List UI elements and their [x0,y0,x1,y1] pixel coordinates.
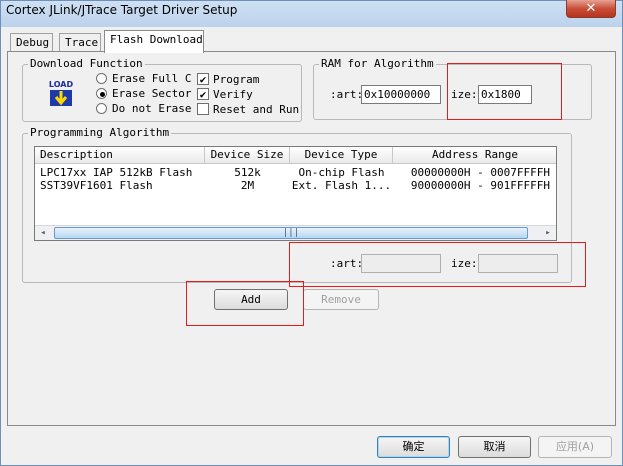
do-not-erase-radio[interactable] [96,103,107,114]
load-icon: LOAD [45,78,77,108]
list-item-address-range: 00000000H - 0007FFFFH [410,166,550,179]
check-icon: ✔ [199,88,207,101]
reset-and-run-label: Reset and Run [213,103,300,116]
list-item-device-size: 512k [234,166,261,179]
reset-and-run-checkbox[interactable] [197,103,209,115]
erase-sector-radio[interactable] [96,88,107,99]
list-item-device-size: 2M [240,179,255,192]
apply-button[interactable]: 应用(A) [538,436,612,458]
programming-algorithm-legend: Programming Algorithm [28,126,172,139]
highlight-box [186,281,304,326]
list-item-description[interactable]: SST39VF1601 Flash [40,179,153,192]
list-item-device-type: On-chip Flash [298,166,385,179]
program-checkbox[interactable]: ✔ [197,73,209,85]
tab-trace[interactable]: Trace [59,33,101,52]
column-header-description[interactable]: Description [35,147,205,164]
tab-debug[interactable]: Debug [10,33,53,52]
do-not-erase-label: Do not Erase [112,102,192,115]
ram-start-input[interactable]: 0x10000000 [361,85,441,104]
ram-start-label: :art: [330,88,364,101]
erase-full-chip-radio[interactable] [96,73,107,84]
horizontal-scrollbar[interactable]: ◂ ||| ▸ [35,225,556,240]
window-title: Cortex JLink/JTrace Target Driver Setup [6,3,238,17]
remove-button[interactable]: Remove [303,289,379,310]
highlight-box [289,242,586,287]
close-icon: ✕ [585,1,597,16]
highlight-box [447,63,562,120]
list-item-address-range: 90000000H - 901FFFFFH [410,179,550,192]
list-item-description[interactable]: LPC17xx IAP 512kB Flash [40,166,192,179]
scroll-thumb[interactable]: ||| [54,227,528,239]
scroll-left-icon[interactable]: ◂ [35,226,51,240]
erase-sector-label: Erase Sector [112,87,192,100]
verify-checkbox[interactable]: ✔ [197,88,209,100]
column-header-device-type[interactable]: Device Type [290,147,393,164]
ram-legend: RAM for Algorithm [319,57,436,70]
close-button[interactable]: ✕ [566,0,616,18]
list-item-device-type: Ext. Flash 1... [291,179,392,192]
erase-full-chip-label: Erase Full C [112,72,192,85]
column-header-address-range[interactable]: Address Range [393,147,556,164]
check-icon: ✔ [199,73,207,86]
cancel-button[interactable]: 取消 [458,436,531,458]
verify-label: Verify [213,88,253,101]
scroll-right-icon[interactable]: ▸ [540,226,556,240]
ok-button[interactable]: 确定 [377,436,450,458]
svg-text:LOAD: LOAD [49,80,74,89]
column-header-device-size[interactable]: Device Size [205,147,290,164]
download-function-legend: Download Function [28,57,145,70]
program-label: Program [213,73,260,86]
tab-flash-download[interactable]: Flash Download [104,30,204,53]
